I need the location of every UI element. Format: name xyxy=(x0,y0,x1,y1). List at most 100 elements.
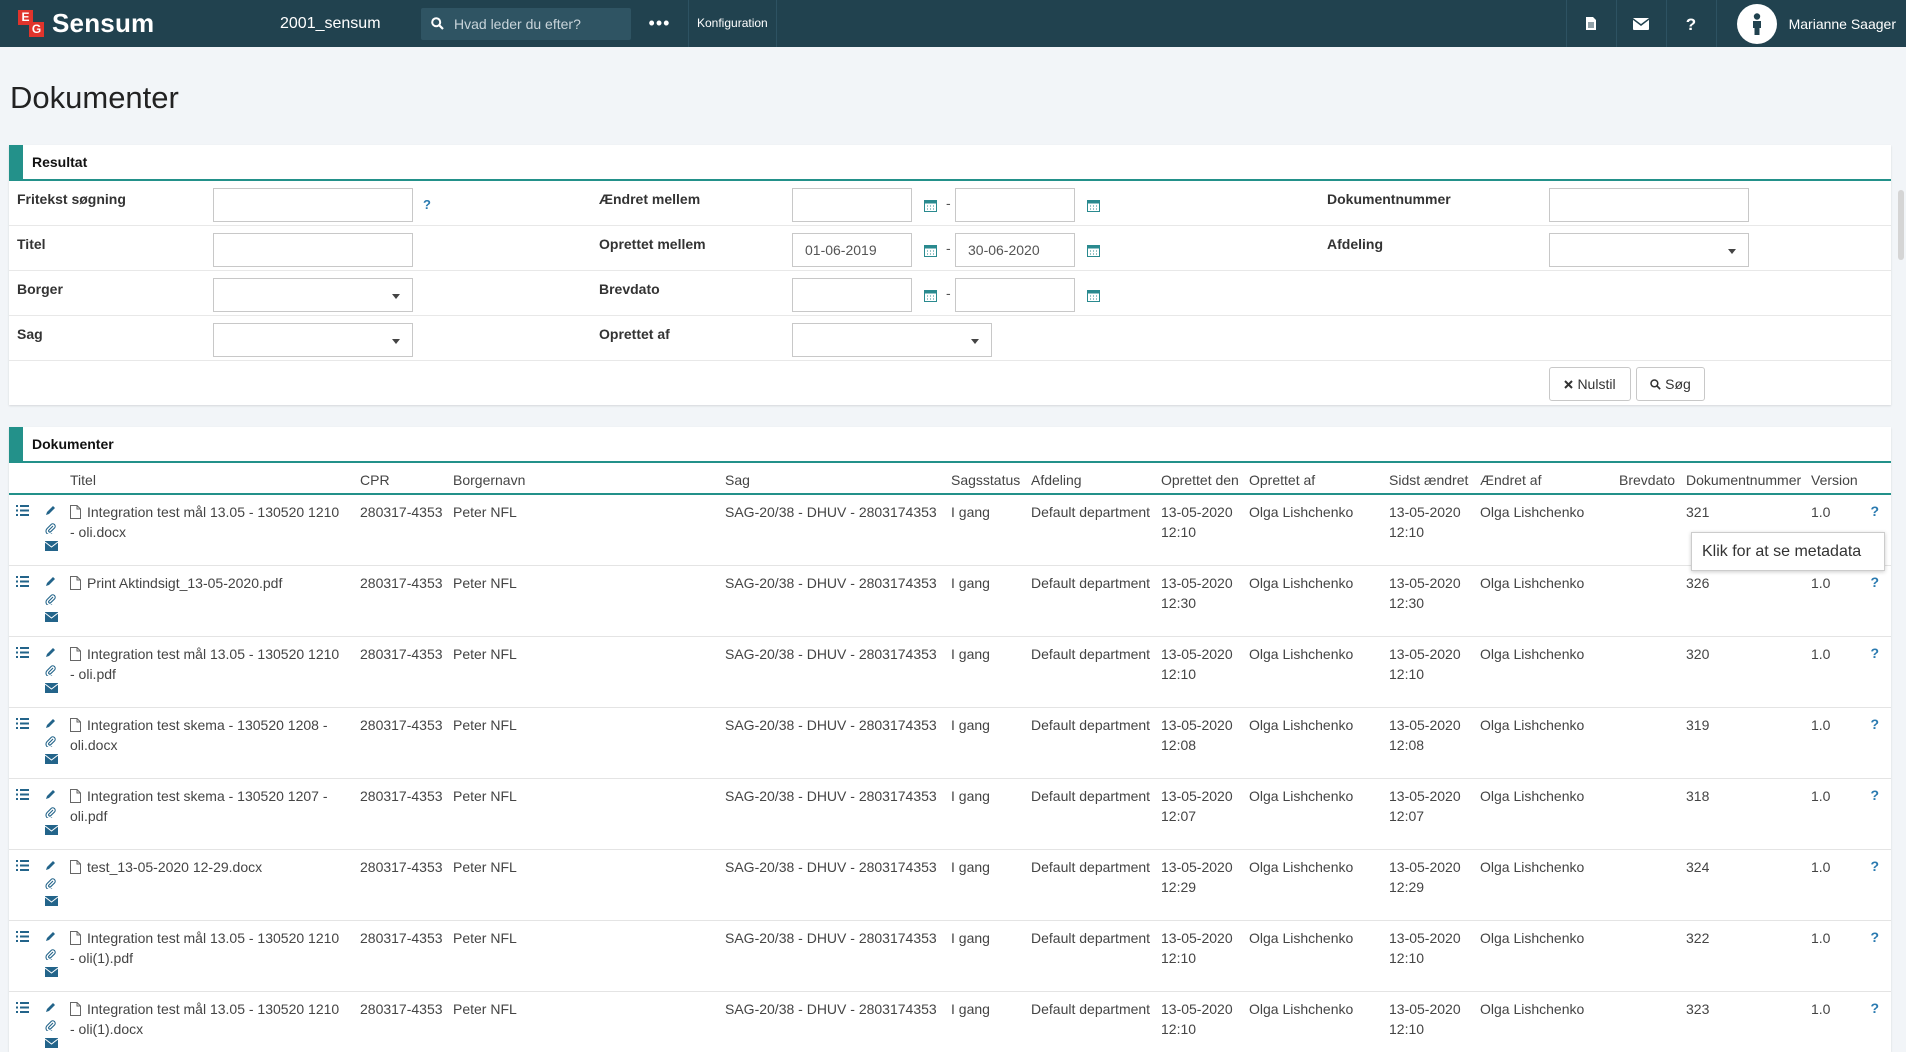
metadata-help-icon[interactable]: ? xyxy=(1870,1000,1879,1016)
attachment-button[interactable] xyxy=(45,1020,59,1031)
metadata-help-icon[interactable]: ? xyxy=(1870,716,1879,732)
title-line-2[interactable]: oli.docx xyxy=(70,737,117,753)
brevdato-to-input[interactable] xyxy=(955,278,1075,312)
attachment-button[interactable] xyxy=(45,736,59,747)
metadata-list-button[interactable] xyxy=(16,789,30,800)
user-menu[interactable]: Marianne Saager xyxy=(1715,0,1906,47)
send-mail-button[interactable] xyxy=(45,967,59,977)
column-header-version[interactable]: Version xyxy=(1811,472,1858,488)
column-header-sag[interactable]: Sag xyxy=(725,472,750,488)
search-button[interactable]: Søg xyxy=(1636,367,1705,401)
table-row[interactable]: Integration test mål 13.05 - 130520 1210… xyxy=(9,495,1891,566)
metadata-list-button[interactable] xyxy=(16,931,30,942)
title-line-1[interactable]: Integration test skema - 130520 1207 - xyxy=(87,788,327,804)
metadata-help-icon[interactable]: ? xyxy=(1870,787,1879,803)
edit-button[interactable] xyxy=(45,505,59,516)
metadata-list-button[interactable] xyxy=(16,718,30,729)
cell-titel[interactable]: Integration test skema - 130520 1207 - ol… xyxy=(70,786,355,826)
calendar-icon[interactable] xyxy=(1087,244,1100,257)
column-header-sidst-aendret[interactable]: Sidst ændret xyxy=(1389,472,1468,488)
send-mail-button[interactable] xyxy=(45,541,59,551)
fritekst-input[interactable] xyxy=(213,188,413,222)
title-line-1[interactable]: Integration test mål 13.05 - 130520 1210 xyxy=(87,646,339,662)
calendar-icon[interactable] xyxy=(1087,289,1100,302)
attachment-button[interactable] xyxy=(45,807,59,818)
edit-button[interactable] xyxy=(45,789,59,800)
aendret-from-input[interactable] xyxy=(792,188,912,222)
table-row[interactable]: Integration test mål 13.05 - 130520 1210… xyxy=(9,921,1891,992)
send-mail-button[interactable] xyxy=(45,825,59,835)
edit-button[interactable] xyxy=(45,860,59,871)
send-mail-button[interactable] xyxy=(45,1038,59,1048)
attachment-button[interactable] xyxy=(45,523,59,534)
send-mail-button[interactable] xyxy=(45,754,59,764)
edit-button[interactable] xyxy=(45,576,59,587)
edit-button[interactable] xyxy=(45,647,59,658)
table-row[interactable]: Integration test mål 13.05 - 130520 1210… xyxy=(9,992,1891,1052)
metadata-help-icon[interactable]: ? xyxy=(1870,929,1879,945)
fritekst-help-icon[interactable]: ? xyxy=(423,197,431,212)
metadata-list-button[interactable] xyxy=(16,505,30,516)
column-header-afdeling[interactable]: Afdeling xyxy=(1031,472,1082,488)
column-header-dokumentnummer[interactable]: Dokumentnummer xyxy=(1686,472,1801,488)
send-mail-button[interactable] xyxy=(45,612,59,622)
documents-button[interactable] xyxy=(1565,0,1616,47)
table-row[interactable]: test_13-05-2020 12-29.docx 280317-4353 Pet… xyxy=(9,850,1891,921)
dokumentnummer-input[interactable] xyxy=(1549,188,1749,222)
column-header-aendret-af[interactable]: Ændret af xyxy=(1480,472,1541,488)
title-line-1[interactable]: test_13-05-2020 12-29.docx xyxy=(87,859,262,875)
sag-select[interactable] xyxy=(213,323,413,357)
table-row[interactable]: Integration test skema - 130520 1208 - ol… xyxy=(9,708,1891,779)
column-header-brevdato[interactable]: Brevdato xyxy=(1619,472,1675,488)
metadata-list-button[interactable] xyxy=(16,860,30,871)
title-line-2[interactable]: - oli(1).pdf xyxy=(70,950,133,966)
app-logo[interactable]: E G Sensum xyxy=(18,8,258,39)
cell-titel[interactable]: Print Aktindsigt_13-05-2020.pdf xyxy=(70,573,355,593)
help-button[interactable]: ? xyxy=(1665,0,1716,47)
metadata-help-icon[interactable]: ? xyxy=(1870,503,1879,519)
edit-button[interactable] xyxy=(45,718,59,729)
title-line-2[interactable]: - oli(1).docx xyxy=(70,1021,143,1037)
cell-titel[interactable]: Integration test mål 13.05 - 130520 1210… xyxy=(70,999,355,1039)
title-line-1[interactable]: Print Aktindsigt_13-05-2020.pdf xyxy=(87,575,282,591)
column-header-oprettet-af[interactable]: Oprettet af xyxy=(1249,472,1315,488)
cell-titel[interactable]: test_13-05-2020 12-29.docx xyxy=(70,857,355,877)
brevdato-from-input[interactable] xyxy=(792,278,912,312)
tenant-name[interactable]: 2001_sensum xyxy=(280,15,421,33)
title-line-1[interactable]: Integration test mål 13.05 - 130520 1210 xyxy=(87,504,339,520)
calendar-icon[interactable] xyxy=(1087,199,1100,212)
metadata-list-button[interactable] xyxy=(16,1002,30,1013)
title-line-1[interactable]: Integration test skema - 130520 1208 - xyxy=(87,717,327,733)
metadata-help-icon[interactable]: ? xyxy=(1870,574,1879,590)
column-header-oprettet-den[interactable]: Oprettet den xyxy=(1161,472,1239,488)
table-row[interactable]: Integration test skema - 130520 1207 - ol… xyxy=(9,779,1891,850)
attachment-button[interactable] xyxy=(45,878,59,889)
attachment-button[interactable] xyxy=(45,594,59,605)
send-mail-button[interactable] xyxy=(45,896,59,906)
cell-titel[interactable]: Integration test skema - 130520 1208 - ol… xyxy=(70,715,355,755)
column-header-sagsstatus[interactable]: Sagsstatus xyxy=(951,472,1020,488)
title-line-2[interactable]: - oli.docx xyxy=(70,524,126,540)
aendret-to-input[interactable] xyxy=(955,188,1075,222)
send-mail-button[interactable] xyxy=(45,683,59,693)
calendar-icon[interactable] xyxy=(924,244,937,257)
messages-button[interactable] xyxy=(1615,0,1666,47)
oprettet-from-input[interactable]: 01-06-2019 xyxy=(792,233,912,267)
page-scrollbar[interactable] xyxy=(1898,190,1904,260)
column-header-titel[interactable]: Titel xyxy=(70,472,96,488)
title-line-1[interactable]: Integration test mål 13.05 - 130520 1210 xyxy=(87,930,339,946)
attachment-button[interactable] xyxy=(45,665,59,676)
metadata-help-icon[interactable]: ? xyxy=(1870,858,1879,874)
borger-select[interactable] xyxy=(213,278,413,312)
metadata-list-button[interactable] xyxy=(16,576,30,587)
calendar-icon[interactable] xyxy=(924,199,937,212)
column-header-borgernavn[interactable]: Borgernavn xyxy=(453,472,525,488)
oprettet-af-select[interactable] xyxy=(792,323,992,357)
cell-titel[interactable]: Integration test mål 13.05 - 130520 1210… xyxy=(70,644,355,684)
reset-button[interactable]: Nulstil xyxy=(1549,367,1631,401)
calendar-icon[interactable] xyxy=(924,289,937,302)
edit-button[interactable] xyxy=(45,1002,59,1013)
cell-titel[interactable]: Integration test mål 13.05 - 130520 1210… xyxy=(70,928,355,968)
oprettet-to-input[interactable]: 30-06-2020 xyxy=(955,233,1075,267)
titel-input[interactable] xyxy=(213,233,413,267)
